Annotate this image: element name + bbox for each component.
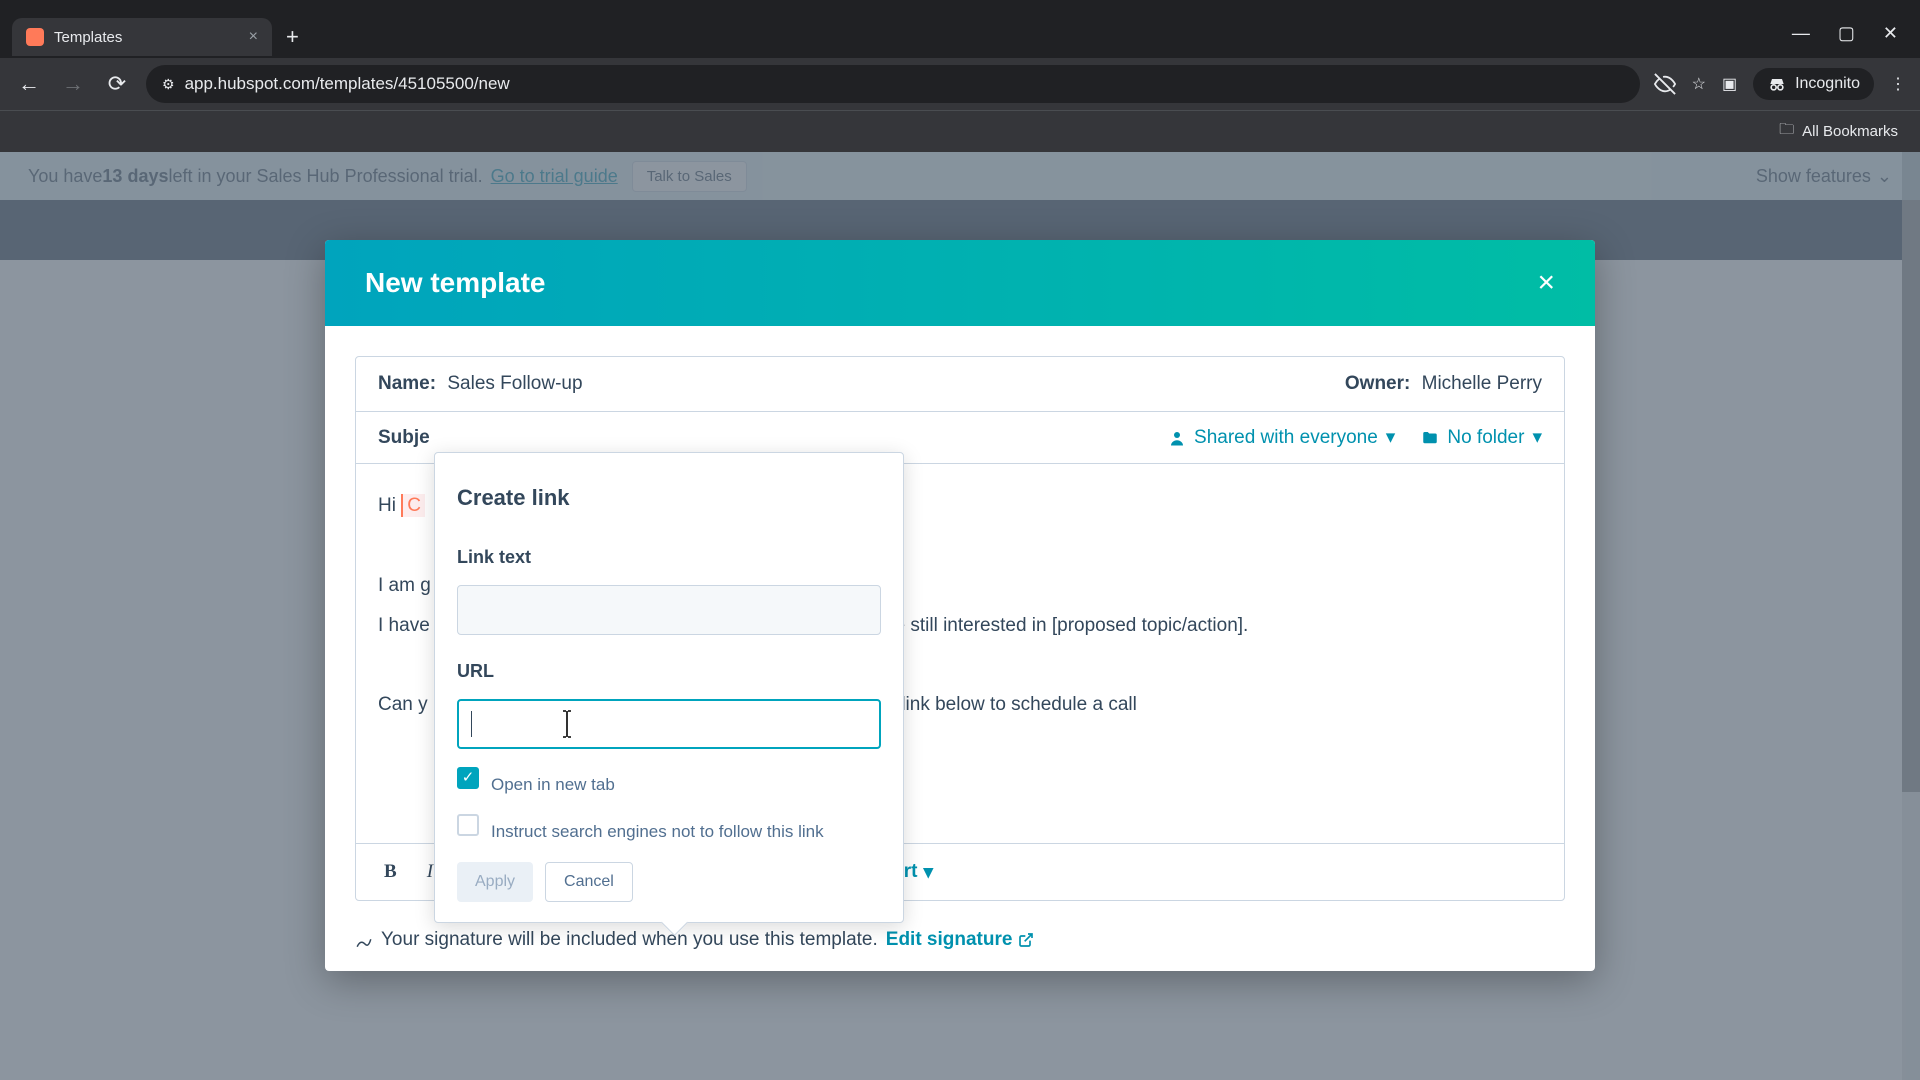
editor-text: u are still interested in [proposed topi… bbox=[862, 615, 1249, 636]
shared-label: Shared with everyone bbox=[1194, 427, 1378, 449]
nofollow-checkbox[interactable] bbox=[457, 814, 479, 836]
link-text-input[interactable] bbox=[457, 585, 881, 635]
close-icon[interactable]: × bbox=[1537, 266, 1555, 300]
folder-icon: 🗀 bbox=[1779, 119, 1794, 144]
edit-signature-link[interactable]: Edit signature bbox=[886, 929, 1035, 951]
user-icon bbox=[1168, 429, 1186, 447]
new-tab-button[interactable]: + bbox=[272, 16, 313, 58]
folder-icon bbox=[1421, 429, 1439, 447]
hubspot-favicon bbox=[26, 28, 44, 46]
forward-button[interactable]: → bbox=[58, 69, 88, 99]
kebab-menu-icon[interactable]: ⋮ bbox=[1890, 74, 1906, 94]
open-new-tab-label: Open in new tab bbox=[491, 767, 615, 803]
cancel-button[interactable]: Cancel bbox=[545, 862, 633, 902]
incognito-chip[interactable]: Incognito bbox=[1753, 68, 1874, 100]
caret-down-icon: ▾ bbox=[1532, 426, 1542, 449]
apply-button[interactable]: Apply bbox=[457, 862, 533, 902]
bookmarks-bar: 🗀 All Bookmarks bbox=[0, 110, 1920, 152]
folder-label: No folder bbox=[1447, 427, 1524, 449]
new-template-modal: New template × Name: Sales Follow-up Own… bbox=[325, 240, 1595, 971]
name-label: Name: bbox=[378, 373, 436, 394]
folder-dropdown[interactable]: No folder ▾ bbox=[1421, 426, 1542, 449]
eye-off-icon[interactable] bbox=[1654, 73, 1676, 95]
maximize-icon[interactable]: ▢ bbox=[1838, 23, 1855, 44]
bold-button[interactable]: B bbox=[378, 857, 403, 887]
external-link-icon bbox=[1018, 932, 1034, 948]
signature-icon bbox=[355, 931, 373, 949]
url-field[interactable]: ⚙ app.hubspot.com/templates/45105500/new bbox=[146, 65, 1640, 103]
site-settings-icon[interactable]: ⚙ bbox=[162, 76, 175, 93]
address-bar: ← → ⟳ ⚙ app.hubspot.com/templates/451055… bbox=[0, 58, 1920, 110]
editor-text: the link below to schedule a call bbox=[870, 694, 1137, 715]
tab-close-icon[interactable]: × bbox=[249, 28, 258, 46]
owner-label: Owner: bbox=[1345, 373, 1410, 394]
subject-label: Subje bbox=[378, 427, 430, 449]
signature-text: Your signature will be included when you… bbox=[381, 929, 878, 951]
url-input[interactable] bbox=[457, 699, 881, 749]
url-label: URL bbox=[457, 653, 881, 691]
minimize-icon[interactable]: — bbox=[1792, 23, 1810, 44]
create-link-popover: Create link Link text URL ✓ Open in new … bbox=[434, 452, 904, 923]
all-bookmarks-link[interactable]: All Bookmarks bbox=[1802, 123, 1898, 140]
reload-button[interactable]: ⟳ bbox=[102, 69, 132, 99]
modal-header: New template × bbox=[325, 240, 1595, 326]
close-window-icon[interactable]: ✕ bbox=[1883, 23, 1898, 44]
personalization-token[interactable]: C bbox=[401, 494, 425, 517]
incognito-label: Incognito bbox=[1795, 75, 1860, 93]
editor-text: Hi bbox=[378, 495, 401, 516]
incognito-icon bbox=[1767, 74, 1787, 94]
link-text-label: Link text bbox=[457, 539, 881, 577]
tab-title: Templates bbox=[54, 29, 122, 46]
caret-down-icon: ▾ bbox=[1386, 426, 1396, 449]
shared-with-dropdown[interactable]: Shared with everyone ▾ bbox=[1168, 426, 1395, 449]
url-text: app.hubspot.com/templates/45105500/new bbox=[185, 74, 510, 94]
browser-tab[interactable]: Templates × bbox=[12, 18, 272, 56]
open-new-tab-checkbox[interactable]: ✓ bbox=[457, 767, 479, 789]
bookmark-star-icon[interactable]: ☆ bbox=[1692, 74, 1706, 94]
caret-down-icon: ▾ bbox=[923, 861, 933, 884]
nofollow-label: Instruct search engines not to follow th… bbox=[491, 814, 824, 850]
editor-text: I have bbox=[378, 615, 430, 636]
template-card: Name: Sales Follow-up Owner: Michelle Pe… bbox=[355, 356, 1565, 901]
editor-text: I am g bbox=[378, 575, 431, 596]
template-body-editor[interactable]: Hi C I am gge I haveu are still interest… bbox=[356, 463, 1564, 843]
modal-title: New template bbox=[365, 267, 546, 299]
side-panel-icon[interactable]: ▣ bbox=[1722, 74, 1737, 94]
back-button[interactable]: ← bbox=[14, 69, 44, 99]
browser-tab-strip: Templates × + — ▢ ✕ bbox=[0, 0, 1920, 58]
template-name[interactable]: Sales Follow-up bbox=[447, 373, 582, 394]
text-cursor-icon bbox=[557, 709, 577, 739]
popover-title: Create link bbox=[457, 475, 881, 521]
editor-text: Can y bbox=[378, 694, 428, 715]
owner-name: Michelle Perry bbox=[1422, 373, 1542, 394]
